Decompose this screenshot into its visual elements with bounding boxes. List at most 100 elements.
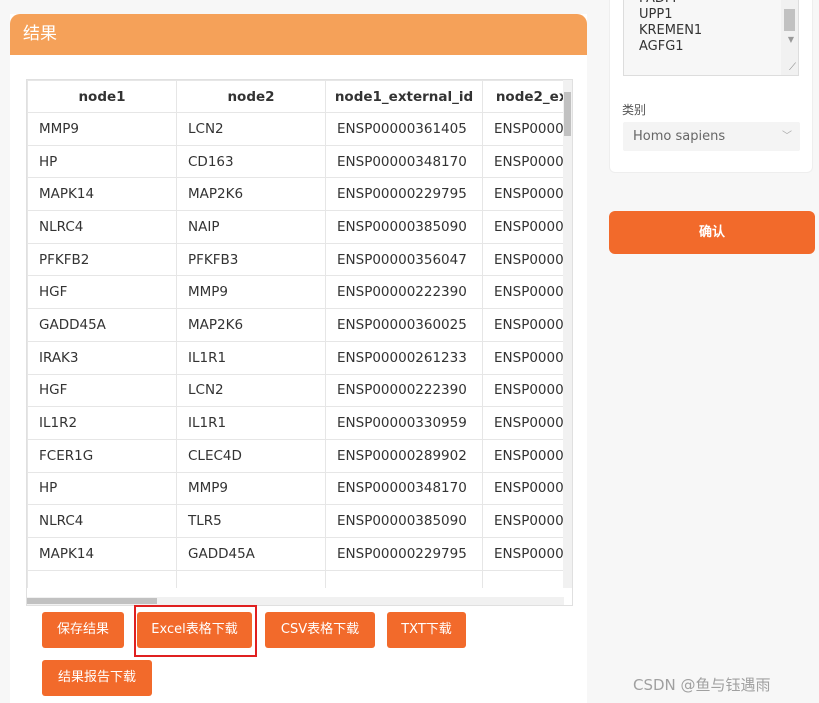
table-row: MAPK14 GADD45A ENSP00000229795 ENSP0000 xyxy=(27,536,564,571)
table-cell: ENSP00000330959 xyxy=(325,406,483,440)
table-cell: ENSP00000348170 xyxy=(325,144,483,179)
table-horizontal-scrollbar[interactable] xyxy=(27,597,564,605)
table-cell: CLEC4D xyxy=(176,438,326,473)
csv-download-button[interactable]: CSV表格下载 xyxy=(265,612,375,648)
table-row: HP MMP9 ENSP00000348170 ENSP0000 xyxy=(27,471,564,506)
report-download-button[interactable]: 结果报告下载 xyxy=(42,660,152,696)
gene-list: PADI4UPP1KREMEN1AGFG1 xyxy=(639,0,702,55)
table-cell: ENSP0000 xyxy=(482,373,564,408)
table-cell: ENSP0000 xyxy=(482,112,564,146)
chevron-down-icon: ﹀ xyxy=(782,131,792,142)
save-result-button[interactable]: 保存结果 xyxy=(42,612,124,648)
table-cell: MAPK14 xyxy=(27,177,177,212)
table-row: MAPK14 MAP2K6 ENSP00000229795 ENSP0000 xyxy=(27,177,564,212)
table-cell: MMP9 xyxy=(27,112,177,146)
table-cell: ENSP00000261233 xyxy=(325,340,483,375)
table-cell: ENSP00000222390 xyxy=(325,373,483,408)
table-row: HGF LCN2 ENSP00000222390 ENSP0000 xyxy=(27,373,564,408)
table-cell: MAPK14 xyxy=(27,536,177,571)
column-header-node2[interactable]: node2 xyxy=(176,80,326,113)
table-cell: IL1R2 xyxy=(27,406,177,440)
table-cell: GADD45A xyxy=(176,536,326,571)
table-cell: ENSP0000 xyxy=(482,340,564,375)
result-title: 结果 xyxy=(10,14,587,55)
table-cell: ENSP0000 xyxy=(482,177,564,212)
column-header-node1[interactable]: node1 xyxy=(27,80,177,113)
table-cell: ENSP0000 xyxy=(482,406,564,440)
table-cell: MAP2K6 xyxy=(176,308,326,342)
table-cell: ENSP00000356047 xyxy=(325,242,483,277)
table-cell: MAP2K6 xyxy=(176,177,326,212)
table-cell: LCN2 xyxy=(176,112,326,146)
table-cell: NLRC4 xyxy=(27,504,177,538)
table-cell: ENSP0000 xyxy=(482,471,564,506)
table-cell: ENSP00000289902 xyxy=(325,438,483,473)
confirm-button[interactable]: 确认 xyxy=(609,211,815,254)
table-cell: ENSP00000222390 xyxy=(325,275,483,310)
table-cell: CD163 xyxy=(176,144,326,179)
query-panel: PADI4UPP1KREMEN1AGFG1 ▼ ⟋ 类别 Homo sapien… xyxy=(609,0,813,173)
scroll-down-arrow-icon[interactable]: ▼ xyxy=(788,35,794,44)
table-cell: ENSP0000 xyxy=(482,210,564,244)
column-header-node2-external-id[interactable]: node2_external_id xyxy=(482,80,564,113)
table-cell: ENSP00000229795 xyxy=(325,177,483,212)
highlight-box xyxy=(134,605,257,657)
table-cell: ENSP0000 xyxy=(482,308,564,342)
table-horizontal-scroll-thumb[interactable] xyxy=(27,598,157,604)
table-row xyxy=(27,569,564,588)
table-row: PFKFB2 PFKFB3 ENSP00000356047 ENSP0000 xyxy=(27,242,564,277)
table-cell: NLRC4 xyxy=(27,210,177,244)
table-row: IL1R2 IL1R1 ENSP00000330959 ENSP0000 xyxy=(27,406,564,440)
table-cell xyxy=(325,569,483,588)
column-header-node1-external-id[interactable]: node1_external_id xyxy=(325,80,483,113)
table-cell xyxy=(176,569,326,588)
result-table-viewport[interactable]: node1 node2 node1_external_id node2_exte… xyxy=(27,80,564,588)
table-cell: TLR5 xyxy=(176,504,326,538)
table-cell: HP xyxy=(27,471,177,506)
table-cell: ENSP00000360025 xyxy=(325,308,483,342)
resize-grip-icon[interactable]: ⟋ xyxy=(789,62,796,73)
table-vertical-scroll-thumb[interactable] xyxy=(564,92,571,136)
table-cell: FCER1G xyxy=(27,438,177,473)
table-cell: MMP9 xyxy=(176,275,326,310)
table-cell: ENSP0000 xyxy=(482,144,564,179)
category-select[interactable]: Homo sapiens ﹀ xyxy=(623,122,800,151)
result-table-container: node1 node2 node1_external_id node2_exte… xyxy=(26,79,573,606)
table-cell xyxy=(27,569,177,588)
table-cell: MMP9 xyxy=(176,471,326,506)
table-row: GADD45A MAP2K6 ENSP00000360025 ENSP0000 xyxy=(27,308,564,342)
table-cell: ENSP0000 xyxy=(482,536,564,571)
table-cell: ENSP00000348170 xyxy=(325,471,483,506)
table-cell: HGF xyxy=(27,373,177,408)
table-cell: GADD45A xyxy=(27,308,177,342)
table-cell: ENSP00000361405 xyxy=(325,112,483,146)
table-cell: ENSP0000 xyxy=(482,242,564,277)
watermark: CSDN @鱼与钰遇雨 xyxy=(633,676,771,694)
table-vertical-scrollbar[interactable] xyxy=(563,80,572,588)
table-cell: PFKFB3 xyxy=(176,242,326,277)
category-selected-value: Homo sapiens xyxy=(633,129,726,144)
table-cell: ENSP00000385090 xyxy=(325,210,483,244)
gene-list-textarea[interactable]: PADI4UPP1KREMEN1AGFG1 ▼ ⟋ xyxy=(623,0,799,76)
table-cell: LCN2 xyxy=(176,373,326,408)
table-cell: ENSP00000385090 xyxy=(325,504,483,538)
table-row: IRAK3 IL1R1 ENSP00000261233 ENSP0000 xyxy=(27,340,564,375)
gene-list-scroll-thumb[interactable] xyxy=(784,9,795,31)
table-cell: HGF xyxy=(27,275,177,310)
result-panel: 结果 node1 node2 node1_external_id node2_e… xyxy=(10,14,587,703)
result-table: node1 node2 node1_external_id node2_exte… xyxy=(27,80,564,588)
gene-list-item: AGFG1 xyxy=(639,39,684,54)
table-row: MMP9 LCN2 ENSP00000361405 ENSP0000 xyxy=(27,112,564,146)
table-header-row: node1 node2 node1_external_id node2_exte… xyxy=(27,80,564,113)
gene-list-item: PADI4 xyxy=(639,0,702,7)
table-row: FCER1G CLEC4D ENSP00000289902 ENSP0000 xyxy=(27,438,564,473)
table-row: HGF MMP9 ENSP00000222390 ENSP0000 xyxy=(27,275,564,310)
table-cell: HP xyxy=(27,144,177,179)
table-row: HP CD163 ENSP00000348170 ENSP0000 xyxy=(27,144,564,179)
table-cell xyxy=(482,569,564,588)
table-cell: ENSP0000 xyxy=(482,504,564,538)
table-cell: ENSP0000 xyxy=(482,275,564,310)
txt-download-button[interactable]: TXT下载 xyxy=(387,612,466,648)
gene-list-item: UPP1 xyxy=(639,7,673,22)
table-cell: NAIP xyxy=(176,210,326,244)
